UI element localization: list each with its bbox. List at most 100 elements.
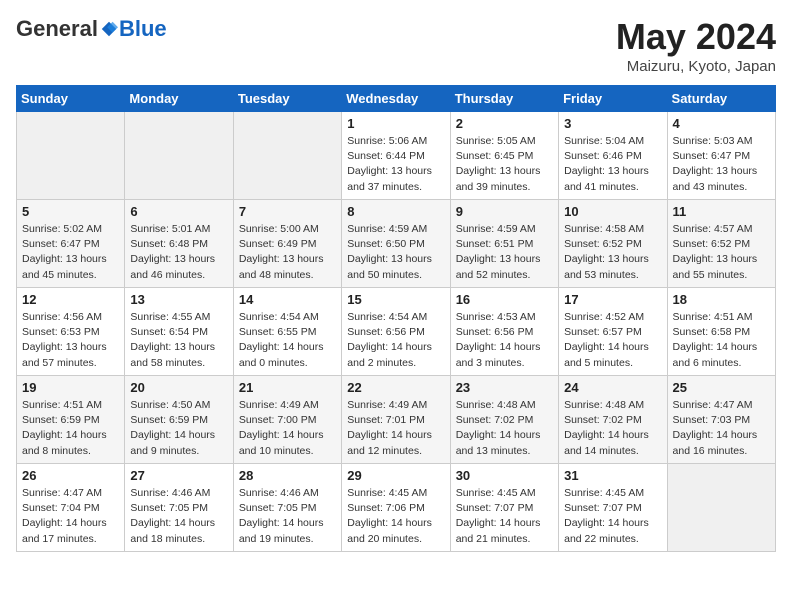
day-number: 3 — [564, 116, 661, 131]
title-block: May 2024 Maizuru, Kyoto, Japan — [616, 16, 776, 75]
weekday-header-tuesday: Tuesday — [233, 86, 341, 112]
calendar-day-cell: 16 Sunrise: 4:53 AMSunset: 6:56 PMDayligh… — [450, 288, 558, 376]
day-number: 5 — [22, 204, 119, 219]
calendar-day-cell: 8 Sunrise: 4:59 AMSunset: 6:50 PMDaylight… — [342, 200, 450, 288]
day-info: Sunrise: 4:54 AMSunset: 6:55 PMDaylight:… — [239, 310, 336, 371]
calendar-day-cell: 13Sunrise: 4:55 AMSunset: 6:54 PMDayligh… — [125, 288, 233, 376]
calendar-day-cell: 5 Sunrise: 5:02 AMSunset: 6:47 PMDaylight… — [17, 200, 125, 288]
day-number: 25 — [673, 380, 770, 395]
day-number: 17 — [564, 292, 661, 307]
day-number: 10 — [564, 204, 661, 219]
day-number: 22 — [347, 380, 444, 395]
calendar-day-cell: 3 Sunrise: 5:04 AMSunset: 6:46 PMDaylight… — [559, 112, 667, 200]
calendar-day-cell: 2 Sunrise: 5:05 AMSunset: 6:45 PMDaylight… — [450, 112, 558, 200]
calendar-day-cell: 10 Sunrise: 4:58 AMSunset: 6:52 PMDayligh… — [559, 200, 667, 288]
day-info: Sunrise: 4:58 AMSunset: 6:52 PMDaylight:… — [564, 222, 661, 283]
calendar-day-cell: 26Sunrise: 4:47 AMSunset: 7:04 PMDayligh… — [17, 464, 125, 552]
calendar-day-cell: 30 Sunrise: 4:45 AMSunset: 7:07 PMDayligh… — [450, 464, 558, 552]
day-number: 4 — [673, 116, 770, 131]
calendar-week-row: 26Sunrise: 4:47 AMSunset: 7:04 PMDayligh… — [17, 464, 776, 552]
day-info: Sunrise: 4:45 AMSunset: 7:07 PMDaylight:… — [564, 486, 661, 547]
calendar-day-cell — [17, 112, 125, 200]
day-info: Sunrise: 5:06 AMSunset: 6:44 PMDaylight:… — [347, 134, 444, 195]
day-number: 18 — [673, 292, 770, 307]
day-number: 2 — [456, 116, 553, 131]
day-info: Sunrise: 5:01 AMSunset: 6:48 PMDaylight:… — [130, 222, 227, 283]
day-number: 12 — [22, 292, 119, 307]
day-info: Sunrise: 4:56 AMSunset: 6:53 PMDaylight:… — [22, 310, 119, 371]
logo: General Blue — [16, 16, 167, 42]
day-info: Sunrise: 4:50 AMSunset: 6:59 PMDaylight:… — [130, 398, 227, 459]
calendar-day-cell: 24 Sunrise: 4:48 AMSunset: 7:02 PMDayligh… — [559, 376, 667, 464]
calendar-day-cell: 6 Sunrise: 5:01 AMSunset: 6:48 PMDaylight… — [125, 200, 233, 288]
calendar-day-cell: 23 Sunrise: 4:48 AMSunset: 7:02 PMDayligh… — [450, 376, 558, 464]
weekday-header-sunday: Sunday — [17, 86, 125, 112]
calendar-day-cell: 11 Sunrise: 4:57 AMSunset: 6:52 PMDayligh… — [667, 200, 775, 288]
calendar-day-cell: 27 Sunrise: 4:46 AMSunset: 7:05 PMDayligh… — [125, 464, 233, 552]
weekday-header-friday: Friday — [559, 86, 667, 112]
calendar-day-cell — [667, 464, 775, 552]
calendar-day-cell: 20 Sunrise: 4:50 AMSunset: 6:59 PMDayligh… — [125, 376, 233, 464]
day-info: Sunrise: 5:05 AMSunset: 6:45 PMDaylight:… — [456, 134, 553, 195]
calendar-day-cell: 12 Sunrise: 4:56 AMSunset: 6:53 PMDayligh… — [17, 288, 125, 376]
calendar-day-cell: 31 Sunrise: 4:45 AMSunset: 7:07 PMDayligh… — [559, 464, 667, 552]
page-header: General Blue May 2024 Maizuru, Kyoto, Ja… — [16, 16, 776, 75]
location-title: Maizuru, Kyoto, Japan — [616, 58, 776, 75]
day-info: Sunrise: 4:49 AMSunset: 7:00 PMDaylight:… — [239, 398, 336, 459]
calendar-day-cell: 14 Sunrise: 4:54 AMSunset: 6:55 PMDayligh… — [233, 288, 341, 376]
day-info: Sunrise: 4:48 AMSunset: 7:02 PMDaylight:… — [456, 398, 553, 459]
calendar-day-cell: 25 Sunrise: 4:47 AMSunset: 7:03 PMDayligh… — [667, 376, 775, 464]
day-number: 30 — [456, 468, 553, 483]
day-info: Sunrise: 4:48 AMSunset: 7:02 PMDaylight:… — [564, 398, 661, 459]
day-number: 8 — [347, 204, 444, 219]
day-number: 13 — [130, 292, 227, 307]
weekday-header-wednesday: Wednesday — [342, 86, 450, 112]
calendar-day-cell: 28 Sunrise: 4:46 AMSunset: 7:05 PMDayligh… — [233, 464, 341, 552]
calendar-day-cell: 15Sunrise: 4:54 AMSunset: 6:56 PMDayligh… — [342, 288, 450, 376]
day-info: Sunrise: 4:45 AMSunset: 7:07 PMDaylight:… — [456, 486, 553, 547]
day-info: Sunrise: 5:04 AMSunset: 6:46 PMDaylight:… — [564, 134, 661, 195]
day-info: Sunrise: 5:00 AMSunset: 6:49 PMDaylight:… — [239, 222, 336, 283]
day-info: Sunrise: 4:45 AMSunset: 7:06 PMDaylight:… — [347, 486, 444, 547]
calendar-day-cell: 4 Sunrise: 5:03 AMSunset: 6:47 PMDaylight… — [667, 112, 775, 200]
day-info: Sunrise: 4:59 AMSunset: 6:50 PMDaylight:… — [347, 222, 444, 283]
day-number: 27 — [130, 468, 227, 483]
day-number: 1 — [347, 116, 444, 131]
day-number: 14 — [239, 292, 336, 307]
calendar-day-cell: 17 Sunrise: 4:52 AMSunset: 6:57 PMDayligh… — [559, 288, 667, 376]
day-info: Sunrise: 5:02 AMSunset: 6:47 PMDaylight:… — [22, 222, 119, 283]
day-info: Sunrise: 5:03 AMSunset: 6:47 PMDaylight:… — [673, 134, 770, 195]
day-number: 15 — [347, 292, 444, 307]
calendar-day-cell: 19Sunrise: 4:51 AMSunset: 6:59 PMDayligh… — [17, 376, 125, 464]
calendar-table: SundayMondayTuesdayWednesdayThursdayFrid… — [16, 85, 776, 552]
day-number: 29 — [347, 468, 444, 483]
calendar-week-row: 19Sunrise: 4:51 AMSunset: 6:59 PMDayligh… — [17, 376, 776, 464]
day-info: Sunrise: 4:46 AMSunset: 7:05 PMDaylight:… — [130, 486, 227, 547]
weekday-header-thursday: Thursday — [450, 86, 558, 112]
day-number: 28 — [239, 468, 336, 483]
calendar-day-cell: 9Sunrise: 4:59 AMSunset: 6:51 PMDaylight… — [450, 200, 558, 288]
day-info: Sunrise: 4:59 AMSunset: 6:51 PMDaylight:… — [456, 222, 553, 283]
day-number: 6 — [130, 204, 227, 219]
day-info: Sunrise: 4:53 AMSunset: 6:56 PMDaylight:… — [456, 310, 553, 371]
day-info: Sunrise: 4:51 AMSunset: 6:59 PMDaylight:… — [22, 398, 119, 459]
day-number: 20 — [130, 380, 227, 395]
day-number: 24 — [564, 380, 661, 395]
calendar-day-cell — [233, 112, 341, 200]
day-number: 31 — [564, 468, 661, 483]
day-info: Sunrise: 4:47 AMSunset: 7:03 PMDaylight:… — [673, 398, 770, 459]
calendar-day-cell: 7 Sunrise: 5:00 AMSunset: 6:49 PMDaylight… — [233, 200, 341, 288]
weekday-header-monday: Monday — [125, 86, 233, 112]
day-number: 16 — [456, 292, 553, 307]
day-number: 11 — [673, 204, 770, 219]
logo-general-text: General — [16, 16, 98, 42]
day-info: Sunrise: 4:57 AMSunset: 6:52 PMDaylight:… — [673, 222, 770, 283]
day-number: 26 — [22, 468, 119, 483]
calendar-day-cell: 1 Sunrise: 5:06 AMSunset: 6:44 PMDaylight… — [342, 112, 450, 200]
day-number: 23 — [456, 380, 553, 395]
weekday-header-saturday: Saturday — [667, 86, 775, 112]
day-number: 7 — [239, 204, 336, 219]
weekday-header-row: SundayMondayTuesdayWednesdayThursdayFrid… — [17, 86, 776, 112]
day-info: Sunrise: 4:46 AMSunset: 7:05 PMDaylight:… — [239, 486, 336, 547]
day-info: Sunrise: 4:52 AMSunset: 6:57 PMDaylight:… — [564, 310, 661, 371]
